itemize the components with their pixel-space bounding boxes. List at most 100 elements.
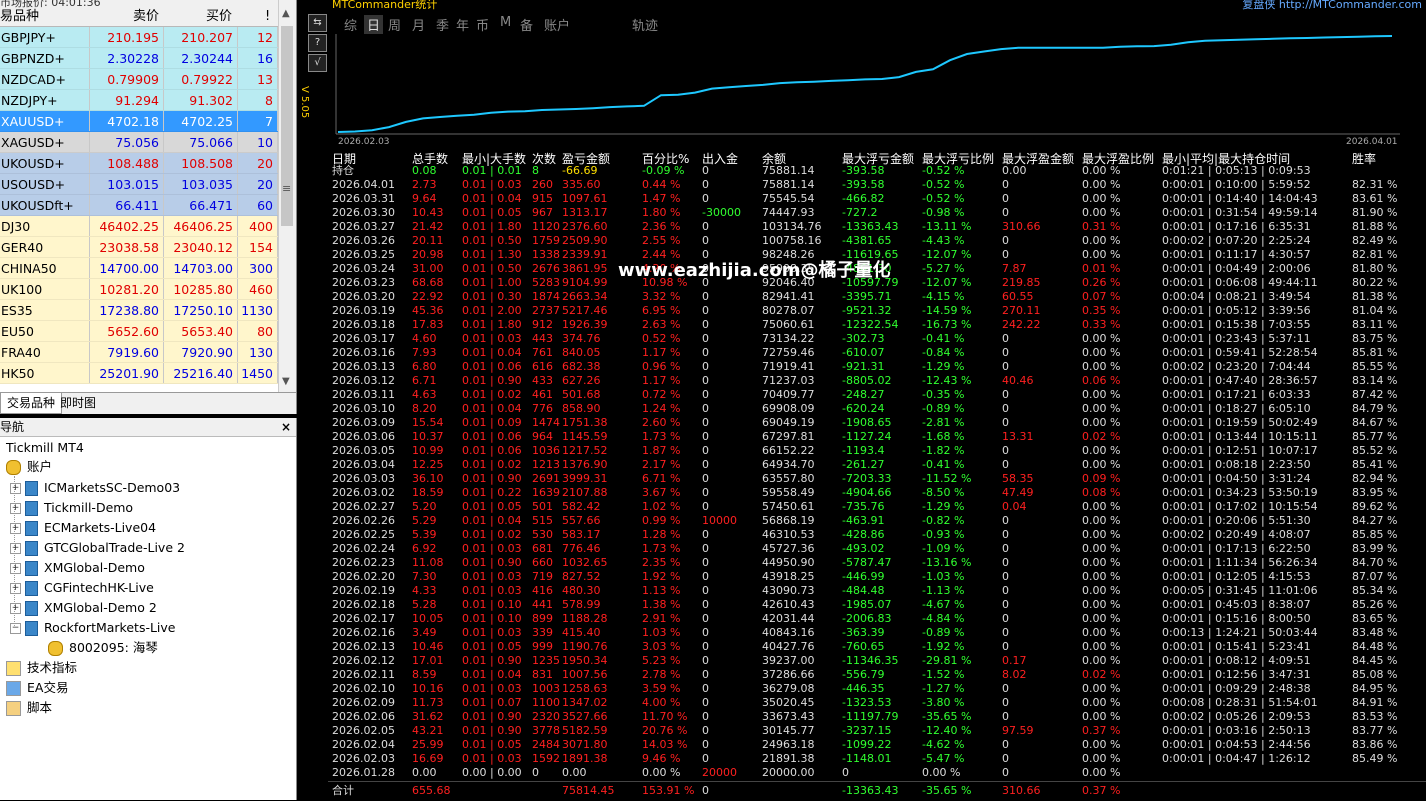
table-cell: 441 [532, 598, 553, 611]
quote-row[interactable]: UKOUSD+ 108.488 108.508 20 [0, 153, 278, 174]
table-cell: 0 [1002, 206, 1009, 219]
table-cell: 0.01 | 0.05 [462, 500, 522, 513]
expand-icon[interactable]: + [10, 583, 21, 594]
tab-symbols[interactable]: 交易品种 [0, 393, 63, 414]
expand-icon[interactable]: + [10, 523, 21, 534]
quote-row[interactable]: UK100 10281.20 10285.80 460 [0, 279, 278, 300]
table-cell: -1323.53 [842, 696, 892, 709]
quote-row[interactable]: UKOUSDft+ 66.411 66.471 60 [0, 195, 278, 216]
table-cell: 59558.49 [762, 486, 815, 499]
quote-row[interactable]: DJ30 46402.25 46406.25 400 [0, 216, 278, 237]
expand-icon[interactable]: + [10, 503, 21, 514]
nav-indicators[interactable]: 技术指标 [6, 658, 77, 678]
table-cell: 827.52 [562, 570, 601, 583]
table-cell: 0.01 | 0.90 [462, 556, 522, 569]
expand-icon[interactable]: + [10, 603, 21, 614]
nav-account-label: XMGlobal-Demo 2 [44, 600, 157, 615]
quote-row[interactable]: ES35 17238.80 17250.10 1130 [0, 300, 278, 321]
table-cell: 1759 [532, 234, 560, 247]
quote-row[interactable]: CHINA50 14700.00 14703.00 300 [0, 258, 278, 279]
table-cell: 0:00:01 | 0:12:56 | 3:47:31 [1162, 668, 1311, 681]
col-ask[interactable]: 买价 [206, 8, 232, 26]
expand-icon[interactable]: + [10, 483, 21, 494]
table-cell: 2026.03.06 [332, 430, 395, 443]
scroll-up-icon[interactable]: ▲ [282, 8, 290, 19]
col-spread[interactable]: ! [265, 8, 270, 26]
holding-max-float-profit: 0.00 [1002, 164, 1027, 177]
nav-account-item[interactable]: + CGFintechHK-Live [10, 578, 154, 598]
period-tab[interactable]: M [500, 15, 511, 30]
quote-row[interactable]: GBPNZD+ 2.30228 2.30244 16 [0, 48, 278, 69]
account-icon [25, 561, 38, 576]
table-cell: 0 [702, 332, 709, 345]
table-cell: 501 [532, 500, 553, 513]
table-cell: 0:00:01 | 0:12:51 | 10:07:17 [1162, 444, 1318, 457]
scroll-thumb[interactable] [281, 26, 293, 226]
col-bid[interactable]: 卖价 [133, 8, 159, 26]
credit-link[interactable]: 复盘侠 http://MTCommander.com [1242, 0, 1422, 12]
table-cell: -12.43 % [922, 374, 972, 387]
quote-bid: 75.056 [90, 132, 164, 152]
nav-account-item[interactable]: + ICMarketsSC-Demo03 [10, 478, 180, 498]
table-cell: 0:00:01 | 0:08:12 | 4:09:51 [1162, 654, 1311, 667]
nav-account-item[interactable]: + GTCGlobalTrade-Live 2 [10, 538, 185, 558]
quote-row[interactable]: GBPJPY+ 210.195 210.207 12 [0, 27, 278, 48]
nav-account-item[interactable]: + Tickmill-Demo [10, 498, 133, 518]
quote-row[interactable]: FRA40 7919.60 7920.90 130 [0, 342, 278, 363]
table-cell: 84.45 % [1352, 654, 1398, 667]
table-cell: 1.87 % [642, 444, 681, 457]
table-cell: 2026.03.24 [332, 262, 395, 275]
nav-account-item[interactable]: + ECMarkets-Live04 [10, 518, 156, 538]
quote-row[interactable]: HK50 25201.90 25216.40 1450 [0, 363, 278, 384]
table-cell: -0.82 % [922, 514, 965, 527]
table-row: 2026.02.27 5.20 0.01 | 0.05 501 582.42 1.02 %… [332, 500, 1426, 514]
quote-row[interactable]: XAUUSD+ 4702.18 4702.25 7 [0, 111, 278, 132]
scroll-down-icon[interactable]: ▼ [282, 376, 290, 387]
user-icon [48, 641, 63, 656]
expand-icon[interactable]: − [10, 623, 21, 634]
quote-row[interactable]: NZDCAD+ 0.79909 0.79922 13 [0, 69, 278, 90]
market-watch-scrollbar[interactable]: ▲ ≡ ▼ [278, 0, 296, 392]
table-cell: 0:00:01 | 0:12:05 | 4:15:53 [1162, 570, 1311, 583]
nav-account-item[interactable]: + XMGlobal-Demo [10, 558, 145, 578]
table-cell: 0.00 % [1082, 388, 1121, 401]
nav-accounts[interactable]: 账户 [6, 457, 52, 477]
table-cell: 2026.03.27 [332, 220, 395, 233]
nav-account-item[interactable]: + XMGlobal-Demo 2 [10, 598, 157, 618]
nav-account-item[interactable]: − RockfortMarkets-Live [10, 618, 176, 638]
quote-row[interactable]: GER40 23038.58 23040.12 154 [0, 237, 278, 258]
market-watch-header: 市场报价: 04:01:36 易品种 卖价 买价 ! [0, 0, 296, 27]
table-cell: 5182.59 [562, 724, 608, 737]
expand-icon[interactable]: + [10, 543, 21, 554]
nav-root[interactable]: Tickmill MT4 [6, 438, 84, 458]
table-cell: 1235 [532, 654, 560, 667]
table-cell: 0:00:01 | 0:04:53 | 2:44:56 [1162, 738, 1311, 751]
quote-row[interactable]: XAGUSD+ 75.056 75.066 10 [0, 132, 278, 153]
table-cell: 4.63 [412, 388, 437, 401]
table-cell: 0 [702, 416, 709, 429]
quote-ask: 2.30244 [164, 48, 238, 68]
nav-sub-account[interactable]: 8002095: 海琴 [48, 638, 158, 658]
table-cell: 0.01 | 0.90 [462, 724, 522, 737]
quote-row[interactable]: NZDJPY+ 91.294 91.302 8 [0, 90, 278, 111]
table-cell: 0.01 | 0.04 [462, 668, 522, 681]
nav-scripts[interactable]: 脚本 [6, 698, 52, 718]
quote-row[interactable]: EU50 5652.60 5653.40 80 [0, 321, 278, 342]
table-cell: 627.26 [562, 374, 601, 387]
table-cell: 2026.03.17 [332, 332, 395, 345]
tab-tick-chart[interactable]: 即时图 [54, 393, 102, 413]
table-cell: 1.80 % [642, 206, 681, 219]
close-icon[interactable]: × [281, 418, 291, 436]
market-watch-tabs: 交易品种 即时图 [0, 392, 296, 414]
table-cell: 0.01 | 2.00 [462, 304, 522, 317]
expand-icon[interactable]: + [10, 563, 21, 574]
nav-ea[interactable]: EA交易 [6, 678, 68, 698]
table-cell: 0 [702, 346, 709, 359]
watermark-text: www.eazhijia.com@橘子量化 [618, 260, 891, 281]
quote-row[interactable]: USOUSD+ 103.015 103.035 20 [0, 174, 278, 195]
table-row: 2026.03.11 4.63 0.01 | 0.02 461 501.68 0.72 %… [332, 388, 1426, 402]
table-cell: 0 [1002, 570, 1009, 583]
table-cell: 2026.03.23 [332, 276, 395, 289]
col-symbol[interactable]: 易品种 [0, 8, 39, 26]
table-cell: 10.99 [412, 444, 444, 457]
